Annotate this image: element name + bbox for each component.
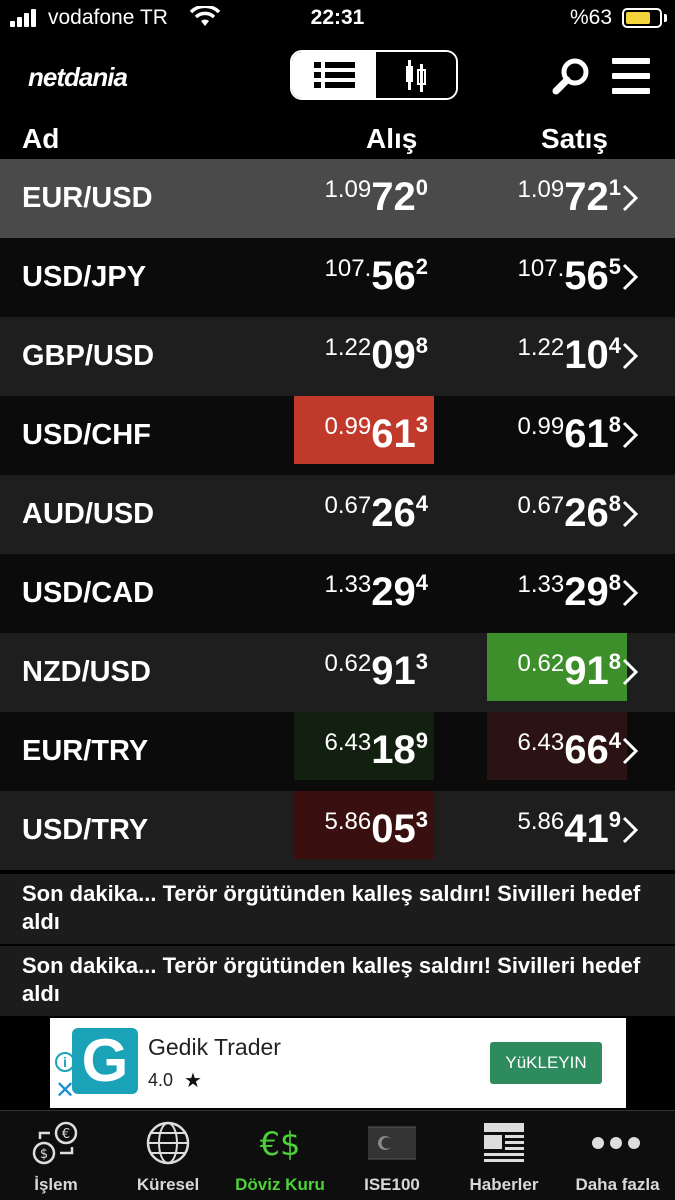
battery-icon bbox=[622, 8, 662, 28]
globe-icon bbox=[146, 1121, 190, 1165]
bottom-tab-bar: € $ İşlem Küresel €$ Döviz Kuru ISE100 H… bbox=[0, 1110, 675, 1200]
bid-price: 0.67264 bbox=[324, 491, 428, 535]
pair-name: NZD/USD bbox=[22, 656, 151, 688]
candlestick-icon bbox=[406, 60, 426, 92]
tab-label: Küresel bbox=[136, 1175, 200, 1194]
ad-rating: 4.0 bbox=[148, 1070, 174, 1090]
table-row[interactable]: NZD/USD 0.62913 0.62918 bbox=[0, 633, 675, 712]
chevron-right-icon bbox=[622, 658, 639, 686]
tab-islem[interactable]: € $ İşlem bbox=[0, 1111, 112, 1200]
pair-name: USD/CHF bbox=[22, 419, 151, 451]
battery-percent: %63 bbox=[570, 6, 613, 29]
table-row[interactable]: USD/JPY 107.562 107.565 bbox=[0, 238, 675, 317]
currency-icon: €$ bbox=[260, 1125, 301, 1163]
rates-table: Ad Alış Satış EUR/USD 1.09720 1.09721 US… bbox=[0, 117, 675, 870]
status-bar: vodafone TR 22:31 %63 bbox=[0, 0, 675, 40]
bid-price: 1.22098 bbox=[324, 333, 428, 377]
bid-price: 0.62913 bbox=[324, 649, 428, 693]
svg-text:€$: €$ bbox=[260, 1125, 301, 1163]
bid-price: 5.86053 bbox=[294, 791, 434, 859]
newspaper-icon bbox=[484, 1123, 524, 1162]
bid-price: 1.33294 bbox=[324, 570, 428, 614]
chevron-right-icon bbox=[622, 342, 639, 370]
bid-price: 0.99613 bbox=[294, 396, 434, 464]
pair-name: USD/JPY bbox=[22, 261, 147, 293]
list-view-button[interactable] bbox=[292, 52, 376, 98]
table-header: Ad Alış Satış bbox=[0, 117, 675, 159]
chevron-right-icon bbox=[622, 579, 639, 607]
turkey-flag-icon bbox=[368, 1126, 416, 1160]
table-row[interactable]: GBP/USD 1.22098 1.22104 bbox=[0, 317, 675, 396]
ask-price: 0.62918 bbox=[487, 633, 627, 701]
chevron-right-icon bbox=[622, 500, 639, 528]
tab-haberler[interactable]: Haberler bbox=[448, 1111, 560, 1200]
chevron-right-icon bbox=[622, 184, 639, 212]
tab-ise100[interactable]: ISE100 bbox=[336, 1111, 448, 1200]
pair-name: EUR/TRY bbox=[22, 735, 149, 767]
pair-name: GBP/USD bbox=[22, 340, 155, 372]
ask-price: 0.99618 bbox=[517, 412, 621, 456]
bid-price: 6.43189 bbox=[294, 712, 434, 780]
bid-price: 1.09720 bbox=[324, 175, 428, 219]
table-row[interactable]: USD/CHF 0.99613 0.99618 bbox=[0, 396, 675, 475]
more-icon bbox=[592, 1137, 640, 1149]
app-logo: netdania bbox=[28, 62, 128, 92]
table-row[interactable]: EUR/USD 1.09720 1.09721 bbox=[0, 159, 675, 238]
tab-label: ISE100 bbox=[364, 1175, 420, 1194]
list-icon bbox=[314, 62, 355, 88]
column-bid: Alış bbox=[366, 123, 418, 154]
table-row[interactable]: USD/CAD 1.33294 1.33298 bbox=[0, 554, 675, 633]
ask-price: 6.43664 bbox=[487, 712, 627, 780]
table-row[interactable]: EUR/TRY 6.43189 6.43664 bbox=[0, 712, 675, 791]
ask-price: 1.09721 bbox=[517, 175, 621, 219]
news-ticker-item[interactable]: Son dakika... Terör örgütünden kalleş sa… bbox=[0, 946, 675, 1016]
battery-tip bbox=[664, 14, 667, 22]
menu-icon[interactable] bbox=[612, 58, 650, 94]
tab-label: Haberler bbox=[469, 1175, 539, 1194]
news-ticker-item[interactable]: Son dakika... Terör örgütünden kalleş sa… bbox=[0, 874, 675, 944]
ask-price: 107.565 bbox=[517, 254, 621, 298]
install-button[interactable]: YüKLEYIN bbox=[490, 1042, 602, 1084]
ask-price: 1.22104 bbox=[517, 333, 621, 377]
app-icon: G bbox=[72, 1028, 138, 1094]
app-header: netdania bbox=[0, 40, 675, 115]
exchange-icon: € $ bbox=[32, 1121, 78, 1165]
bid-price: 107.562 bbox=[324, 254, 428, 298]
ask-price: 5.86419 bbox=[517, 807, 621, 851]
chevron-right-icon bbox=[622, 816, 639, 844]
chevron-right-icon bbox=[622, 737, 639, 765]
star-icon: ★ bbox=[184, 1070, 202, 1092]
ask-price: 1.33298 bbox=[517, 570, 621, 614]
pair-name: AUD/USD bbox=[22, 498, 155, 530]
ad-title: Gedik Trader bbox=[148, 1034, 281, 1060]
tab-daha-fazla[interactable]: Daha fazla bbox=[560, 1111, 675, 1200]
pair-name: USD/TRY bbox=[22, 814, 149, 846]
pair-name: USD/CAD bbox=[22, 577, 155, 609]
column-name: Ad bbox=[22, 123, 60, 154]
ad-banner[interactable]: i ✕ G Gedik Trader 4.0 ★ YüKLEYIN bbox=[50, 1018, 626, 1108]
svg-text:€: € bbox=[62, 1127, 70, 1142]
tab-label: Daha fazla bbox=[575, 1175, 660, 1194]
ask-price: 0.67268 bbox=[517, 491, 621, 535]
chevron-right-icon bbox=[622, 263, 639, 291]
chart-view-button[interactable] bbox=[376, 52, 456, 98]
tab-label: Döviz Kuru bbox=[235, 1175, 325, 1194]
tab-kuresel[interactable]: Küresel bbox=[112, 1111, 224, 1200]
pair-name: EUR/USD bbox=[22, 182, 153, 214]
tab-doviz-kuru[interactable]: €$ Döviz Kuru bbox=[224, 1111, 336, 1200]
table-row[interactable]: USD/TRY 5.86053 5.86419 bbox=[0, 791, 675, 870]
search-icon[interactable] bbox=[552, 56, 592, 96]
column-ask: Satış bbox=[541, 123, 608, 154]
view-toggle bbox=[290, 50, 458, 100]
chevron-right-icon bbox=[622, 421, 639, 449]
svg-text:$: $ bbox=[40, 1147, 48, 1162]
table-row[interactable]: AUD/USD 0.67264 0.67268 bbox=[0, 475, 675, 554]
tab-label: İşlem bbox=[34, 1175, 78, 1194]
